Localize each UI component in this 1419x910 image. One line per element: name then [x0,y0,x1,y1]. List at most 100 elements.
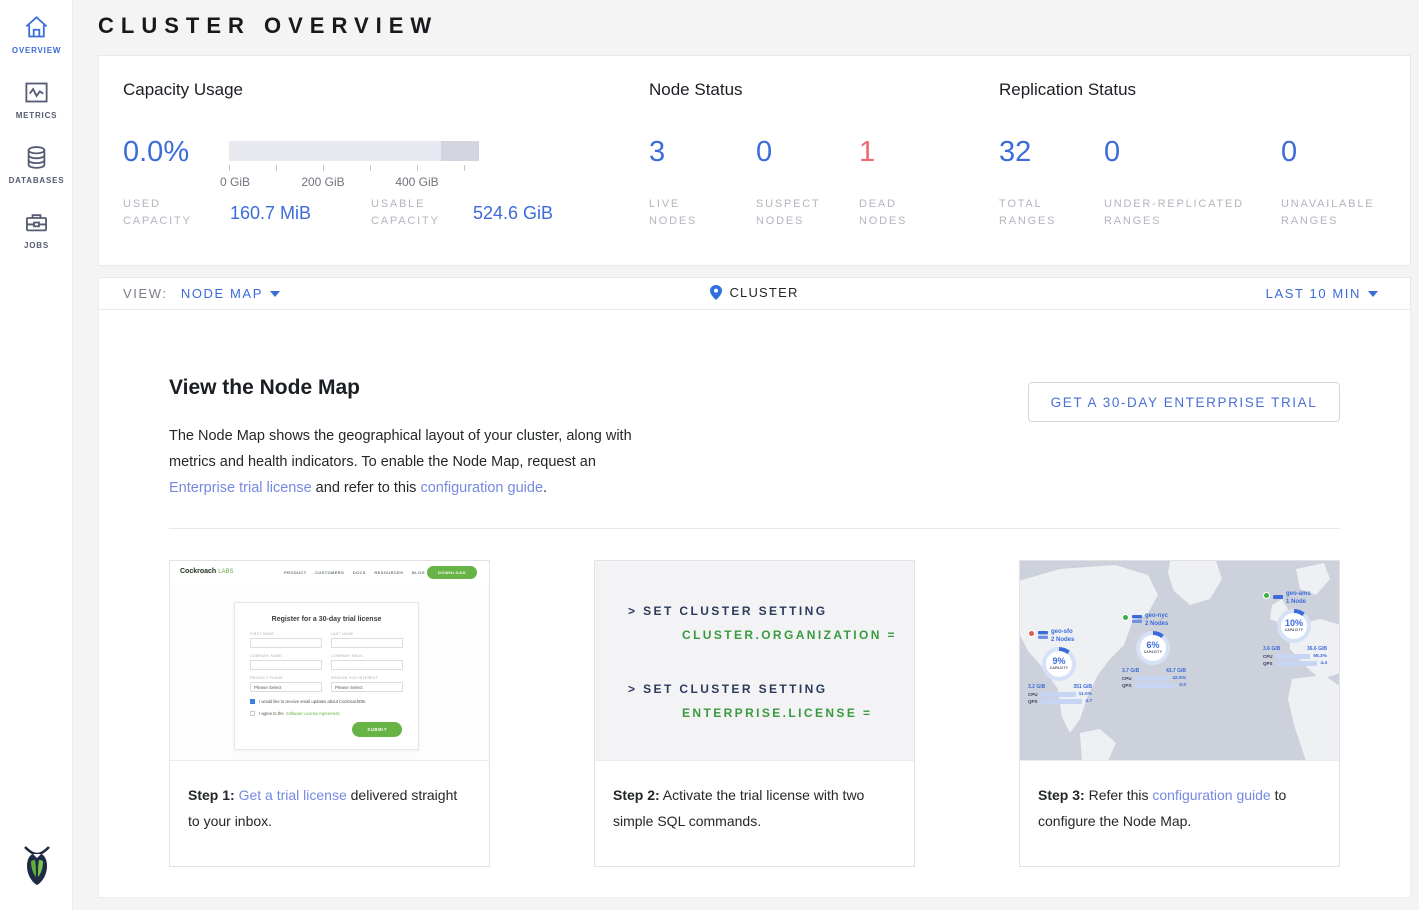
view-bar: VIEW: NODE MAP CLUSTER LAST 10 MIN [98,277,1411,310]
axis-tick-label: 200 GiB [301,175,344,189]
axis-tick [464,165,465,171]
total-ranges-value: 32 [999,136,1031,169]
total-ranges-label: TOTALRANGES [999,196,1056,230]
section-title: View the Node Map [169,376,360,400]
step-2-caption: Step 2: Activate the trial license with … [595,761,914,834]
sidebar-item-label: METRICS [0,111,73,120]
step-3-card: geo-sfo2 Nodes 9%CAPACITY 3.2 GiB351 GiB… [1019,560,1340,867]
step-2-card: > SET CLUSTER SETTING CLUSTER.ORGANIZATI… [594,560,915,867]
step-3-node-map-preview: geo-sfo2 Nodes 9%CAPACITY 3.2 GiB351 GiB… [1020,561,1339,761]
breadcrumb-cluster: CLUSTER [99,285,1410,300]
dead-nodes-label: DEADNODES [859,196,907,230]
usable-capacity-label: USABLECAPACITY [371,196,440,230]
capacity-usage-title: Capacity Usage [123,80,243,100]
metrics-icon [23,79,50,106]
qps-sparkline [1276,661,1317,666]
nav-customers[interactable]: CUSTOMERS [315,570,344,575]
capacity-used-percent: 0.0% [123,136,189,169]
nodes-stack-icon [1037,629,1049,641]
cpu-sparkline [1276,654,1310,659]
live-nodes-label: LIVENODES [649,196,697,230]
sidebar-item-label: DATABASES [0,176,73,185]
node-status-title: Node Status [649,80,743,100]
used-capacity-value: 160.7 MiB [230,203,311,224]
time-range-selector[interactable]: LAST 10 MIN [1266,286,1378,301]
download-button[interactable]: DOWNLOAD [427,566,477,579]
node-locality-geo-nyc[interactable]: geo-nyc2 Nodes 6%CAPACITY 3.7 GiB43.7 Gi… [1122,613,1208,688]
chevron-down-icon [1368,291,1378,297]
step-1-caption: Step 1: Get a trial license delivered st… [170,761,489,834]
node-map-panel: View the Node Map The Node Map shows the… [98,310,1411,898]
nav-resources[interactable]: RESOURCES [374,570,403,575]
sidebar: OVERVIEW METRICS DATABASES JOBS [0,0,73,910]
used-capacity-label: USEDCAPACITY [123,196,192,230]
license-agreement-checkbox[interactable] [250,711,255,716]
jobs-icon [23,209,50,236]
main-content: CLUSTER OVERVIEW Capacity Usage 0.0% 0 G… [73,0,1419,910]
axis-tick [417,165,418,171]
qps-sparkline [1135,683,1176,688]
nav-blog[interactable]: BLOG [412,570,425,575]
axis-tick [370,165,371,171]
site-nav: PRODUCT CUSTOMERS DOCS RESOURCES BLOG [277,570,425,575]
under-replicated-ranges-value: 0 [1104,136,1120,169]
location-pin-icon [710,285,722,300]
form-title: Register for a 30-day trial license [235,616,418,623]
cockroach-labs-logo: CockroachLABS [180,568,234,575]
submit-button[interactable]: SUBMIT [352,722,402,737]
divider [169,528,1340,529]
unavailable-ranges-label: UNAVAILABLERANGES [1281,196,1374,230]
email-updates-checkbox[interactable] [250,699,255,704]
cpu-sparkline [1041,692,1076,697]
step-1-thumbnail: CockroachLABS PRODUCT CUSTOMERS DOCS RES… [170,561,489,761]
first-name-field[interactable] [250,638,322,648]
live-node-badge [1122,614,1129,621]
company-name-field[interactable] [250,660,322,670]
cockroachdb-logo [0,845,73,892]
under-replicated-ranges-label: UNDER-REPLICATEDRANGES [1104,196,1244,230]
step-3-caption: Step 3: Refer this configuration guide t… [1020,761,1339,834]
dead-nodes-value: 1 [859,136,875,169]
home-icon [23,14,50,41]
project-phase-select[interactable]: Please Select [250,682,322,692]
capacity-gauge: 10%CAPACITY [1277,609,1311,643]
sidebar-item-metrics[interactable]: METRICS [0,65,73,130]
configuration-guide-link[interactable]: configuration guide [420,480,543,496]
company-email-field[interactable] [331,660,403,670]
reason-for-interest-select[interactable]: Please Select [331,682,403,692]
enterprise-trial-button[interactable]: GET A 30-DAY ENTERPRISE TRIAL [1028,382,1340,422]
trial-registration-form: Register for a 30-day trial license FIRS… [234,602,419,750]
unavailable-ranges-value: 0 [1281,136,1297,169]
node-locality-geo-ams[interactable]: geo-ams1 Node 10%CAPACITY 3.6 GiB36.6 Gi… [1263,591,1339,666]
capacity-gauge: 9%CAPACITY [1042,647,1076,681]
suspect-nodes-label: SUSPECTNODES [756,196,821,230]
nav-product[interactable]: PRODUCT [284,570,307,575]
last-name-field[interactable] [331,638,403,648]
sidebar-item-jobs[interactable]: JOBS [0,195,73,260]
software-license-agreement-link[interactable]: Software License Agreement. [286,711,341,716]
qps-sparkline [1041,699,1082,704]
node-locality-geo-sfo[interactable]: geo-sfo2 Nodes 9%CAPACITY 3.2 GiB351 GiB… [1028,629,1114,704]
configuration-guide-link[interactable]: configuration guide [1152,787,1270,803]
live-node-badge [1263,592,1270,599]
axis-tick-label: 400 GiB [395,175,438,189]
axis-tick [323,165,324,171]
cockroach-icon [18,845,56,887]
step-1-card: CockroachLABS PRODUCT CUSTOMERS DOCS RES… [169,560,490,867]
axis-tick [229,165,230,171]
sidebar-item-overview[interactable]: OVERVIEW [0,0,73,65]
nav-docs[interactable]: DOCS [353,570,366,575]
axis-tick [276,165,277,171]
capacity-bar [229,141,479,161]
suspect-nodes-value: 0 [756,136,772,169]
dead-node-badge [1028,630,1035,637]
replication-status-title: Replication Status [999,80,1136,100]
databases-icon [23,144,50,171]
capacity-gauge: 6%CAPACITY [1136,631,1170,665]
get-trial-license-link[interactable]: Get a trial license [239,787,347,803]
sidebar-item-label: OVERVIEW [0,46,73,55]
sidebar-item-databases[interactable]: DATABASES [0,130,73,195]
live-nodes-value: 3 [649,136,665,169]
enterprise-trial-license-link[interactable]: Enterprise trial license [169,480,312,496]
sidebar-item-label: JOBS [0,241,73,250]
